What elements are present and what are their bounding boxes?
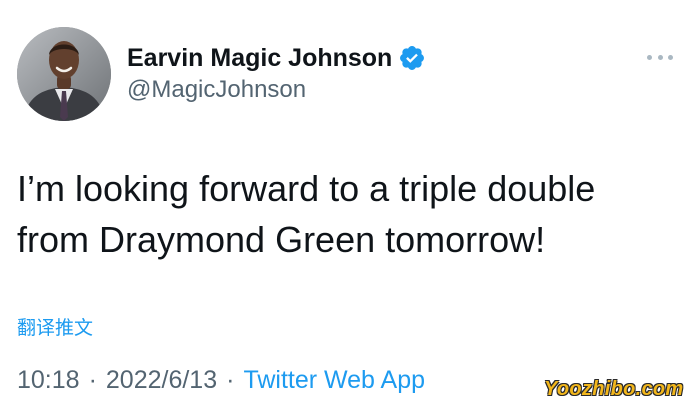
meta-separator: · bbox=[88, 366, 97, 394]
tweet-meta: 10:18 · 2022/6/13 · Twitter Web App bbox=[17, 366, 425, 395]
meta-separator: · bbox=[226, 366, 235, 394]
tweet-time[interactable]: 10:18 bbox=[17, 366, 80, 395]
avatar[interactable] bbox=[17, 27, 111, 121]
site-watermark: Yoozhibo.com bbox=[544, 378, 684, 400]
more-dot bbox=[647, 54, 652, 60]
author-display-name[interactable]: Earvin Magic Johnson bbox=[127, 44, 392, 73]
tweet-source-link[interactable]: Twitter Web App bbox=[243, 366, 425, 395]
tweet-text: I’m looking forward to a triple double f… bbox=[17, 168, 596, 260]
translate-tweet-link[interactable]: 翻译推文 bbox=[17, 313, 93, 340]
tweet-card: Earvin Magic Johnson @MagicJohnson I’m l… bbox=[0, 0, 685, 408]
author-name-row: Earvin Magic Johnson bbox=[127, 42, 426, 74]
more-dot bbox=[657, 54, 663, 60]
verified-badge-icon bbox=[398, 44, 426, 72]
more-dot bbox=[668, 54, 673, 60]
profile-photo-icon bbox=[17, 27, 111, 121]
more-horizontal-icon[interactable] bbox=[647, 50, 673, 64]
author-handle[interactable]: @MagicJohnson bbox=[127, 76, 306, 104]
tweet-date[interactable]: 2022/6/13 bbox=[106, 366, 217, 395]
